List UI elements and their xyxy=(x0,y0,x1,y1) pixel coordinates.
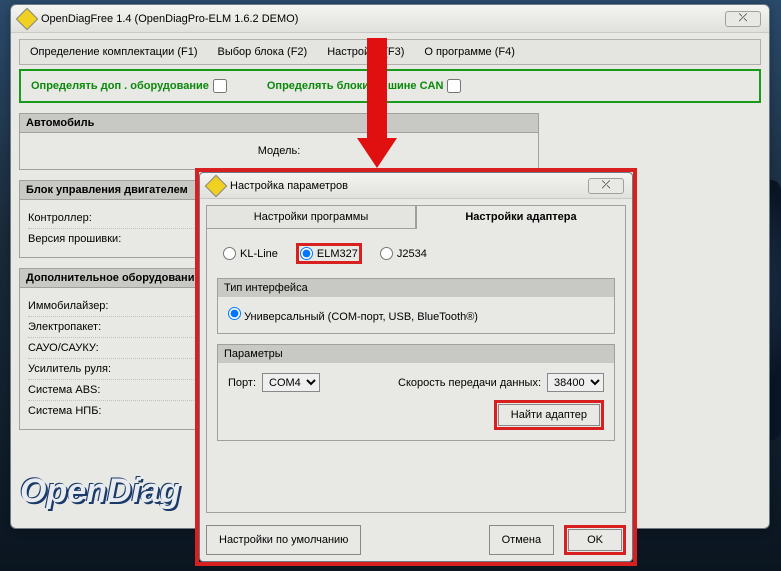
interface-group-title: Тип интерфейса xyxy=(218,279,614,297)
brand-logo: OpenDiag xyxy=(20,472,181,511)
speed-select[interactable]: 38400 xyxy=(547,373,604,392)
ecu-row-0: Контроллер: xyxy=(28,212,168,224)
interface-group: Тип интерфейса Универсальный (COM-порт, … xyxy=(217,278,615,334)
green-check1[interactable] xyxy=(213,79,227,93)
speed-label: Скорость передачи данных: xyxy=(398,377,541,389)
model-label: Модель: xyxy=(28,141,530,161)
green-check2[interactable] xyxy=(447,79,461,93)
addon-row-1: Электропакет: xyxy=(28,321,168,333)
port-label: Порт: xyxy=(228,377,256,389)
menu-item-f3[interactable]: Настройки (F3) xyxy=(327,46,404,58)
tab-program-settings[interactable]: Настройки программы xyxy=(206,205,416,229)
settings-dialog: Настройка параметров ⤫ Настройки програм… xyxy=(199,172,633,562)
main-menu: Определение комплектации (F1) Выбор блок… xyxy=(19,39,761,65)
cancel-button[interactable]: Отмена xyxy=(489,525,554,555)
tab-adapter-settings[interactable]: Настройки адаптера xyxy=(416,205,626,229)
find-adapter-button[interactable]: Найти адаптер xyxy=(498,404,600,426)
port-select[interactable]: COM4 xyxy=(262,373,320,392)
ok-button[interactable]: OK xyxy=(568,529,622,551)
main-title: OpenDiagFree 1.4 (OpenDiagPro-ELM 1.6.2 … xyxy=(41,13,725,25)
addon-row-2: САУО/САУКУ: xyxy=(28,342,168,354)
green-opt2[interactable]: Определять блоки на шине CAN xyxy=(267,79,462,93)
radio-j2534[interactable]: J2534 xyxy=(380,243,427,264)
menu-item-f2[interactable]: Выбор блока (F2) xyxy=(218,46,308,58)
menu-item-f1[interactable]: Определение комплектации (F1) xyxy=(30,46,198,58)
radio-elm327[interactable]: ELM327 xyxy=(300,247,358,260)
app-icon xyxy=(16,7,39,30)
dialog-buttons: Настройки по умолчанию Отмена OK xyxy=(200,519,632,561)
dialog-titlebar: Настройка параметров ⤫ xyxy=(200,173,632,199)
addon-row-4: Система ABS: xyxy=(28,384,168,396)
tab-content: KL-Line ELM327 J2534 Тип интерфейса Унив… xyxy=(206,229,626,513)
section-auto-title: Автомобиль xyxy=(19,113,539,133)
addon-row-5: Система НПБ: xyxy=(28,405,168,417)
main-titlebar: OpenDiagFree 1.4 (OpenDiagPro-ELM 1.6.2 … xyxy=(11,5,769,33)
defaults-button[interactable]: Настройки по умолчанию xyxy=(206,525,361,555)
ecu-row-1: Версия прошивки: xyxy=(28,233,168,245)
addon-row-3: Усилитель руля: xyxy=(28,363,168,375)
dialog-close-button[interactable]: ⤫ xyxy=(588,178,624,194)
params-group-title: Параметры xyxy=(218,345,614,363)
dialog-title: Настройка параметров xyxy=(230,180,588,192)
radio-kline[interactable]: KL-Line xyxy=(223,243,278,264)
dialog-tabs: Настройки программы Настройки адаптера xyxy=(206,205,626,229)
menu-item-f4[interactable]: О программе (F4) xyxy=(424,46,515,58)
params-group: Параметры Порт: COM4 Скорость передачи д… xyxy=(217,344,615,441)
addon-row-0: Иммобилайзер: xyxy=(28,300,168,312)
dialog-highlight: Настройка параметров ⤫ Настройки програм… xyxy=(195,168,637,566)
interface-option-universal[interactable]: Универсальный (COM-порт, USB, BlueTooth®… xyxy=(228,311,478,323)
green-opt1[interactable]: Определять доп . оборудование xyxy=(31,79,227,93)
main-close-button[interactable]: ⤫ xyxy=(725,11,761,27)
section-auto-body: Модель: xyxy=(19,133,539,170)
dialog-icon xyxy=(205,174,228,197)
adapter-type-row: KL-Line ELM327 J2534 xyxy=(217,239,615,268)
green-options: Определять доп . оборудование Определять… xyxy=(19,69,761,103)
